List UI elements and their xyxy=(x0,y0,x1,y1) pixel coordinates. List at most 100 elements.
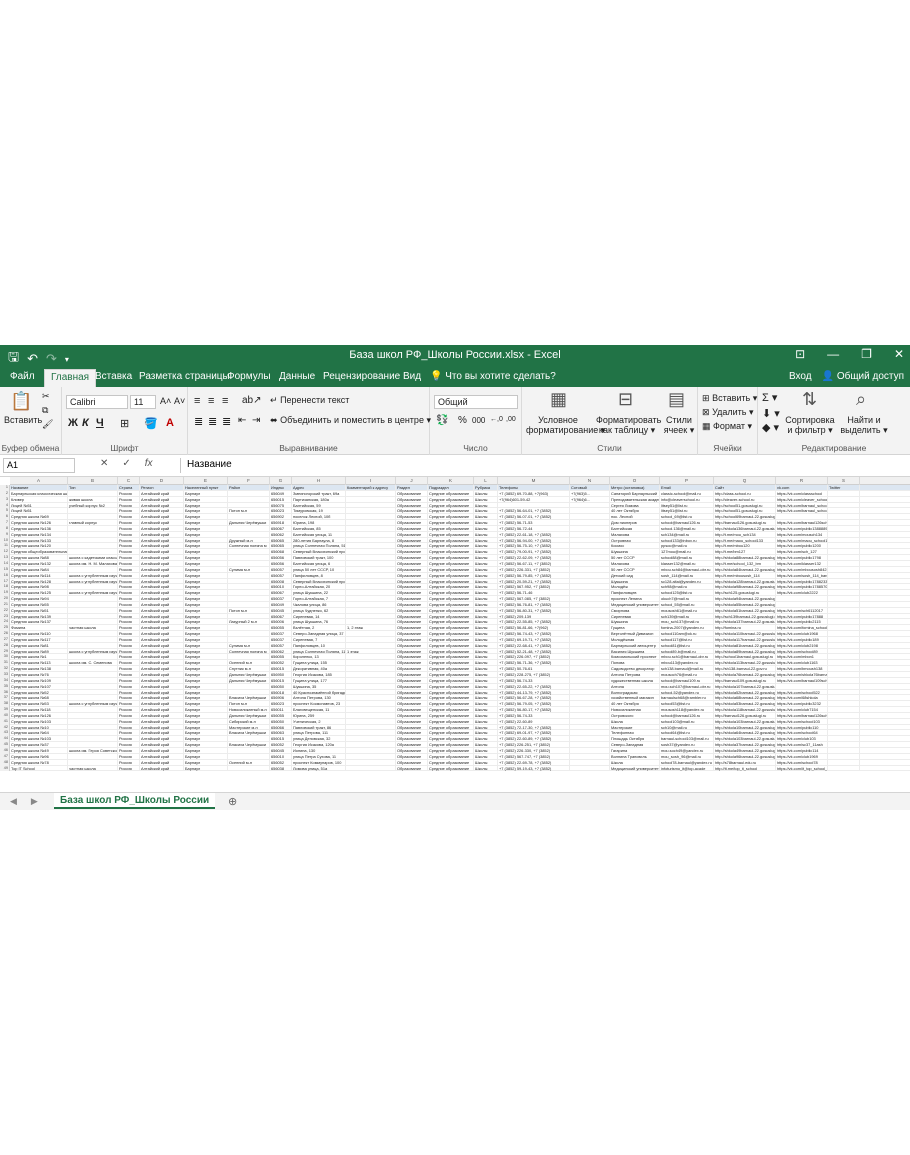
share-button[interactable]: 👤 Общий доступ xyxy=(822,371,904,382)
sheet-tab-active[interactable]: База школ РФ_Школы России xyxy=(54,793,216,809)
tab-file[interactable]: Файл xyxy=(10,371,35,382)
column-header[interactable]: I xyxy=(346,477,396,485)
cut-icon[interactable]: ✂ xyxy=(42,391,50,402)
table-cell[interactable] xyxy=(228,765,270,772)
cell-styles-button[interactable]: Стили ячеек ▾ xyxy=(662,415,696,436)
row-header[interactable]: 49 xyxy=(0,766,9,772)
table-cell[interactable]: https://vk.com/it_top_school_brn xyxy=(776,765,828,772)
format-as-table-icon[interactable]: ⊟ xyxy=(618,389,633,410)
orientation-icon[interactable]: ab↗ xyxy=(242,395,262,406)
comma-style-icon[interactable]: 000 xyxy=(472,416,485,425)
find-select-button[interactable]: Найти и выделить ▾ xyxy=(838,415,890,436)
column-header[interactable]: P xyxy=(660,477,714,485)
prev-sheet-icon[interactable]: ◀ xyxy=(10,796,17,807)
tell-me-box[interactable]: 💡 Что вы хотите сделать? xyxy=(430,371,556,382)
table-cell[interactable]: Тор IT School xyxy=(10,765,68,772)
table-cell[interactable]: Ломова улица, 51а xyxy=(292,765,346,772)
indent-increase-icon[interactable]: ⇥ xyxy=(252,415,260,426)
column-header[interactable]: C xyxy=(118,477,140,485)
tab-home[interactable]: Главная xyxy=(44,369,97,387)
cell-styles-icon[interactable]: ▤ xyxy=(668,389,685,410)
column-header[interactable]: O xyxy=(610,477,660,485)
column-header[interactable]: F xyxy=(228,477,270,485)
autosum-icon[interactable]: Σ ▾ xyxy=(762,391,777,404)
wrap-text-button[interactable]: ↵ Перенести текст xyxy=(270,395,349,406)
tab-review[interactable]: Рецензирование xyxy=(323,371,400,382)
column-header[interactable]: B xyxy=(68,477,118,485)
column-header[interactable]: S xyxy=(828,477,860,485)
fill-color-icon[interactable]: 🪣 xyxy=(144,417,158,430)
font-size-select[interactable]: 11 xyxy=(130,395,156,409)
table-cell[interactable]: Барнаул xyxy=(184,765,228,772)
table-cell[interactable]: 656038 xyxy=(270,765,292,772)
tab-insert[interactable]: Вставка xyxy=(95,371,132,382)
table-cell[interactable]: Медицинский университет xyxy=(610,765,660,772)
conditional-format-button[interactable]: Условное форматирование ▾ xyxy=(526,415,605,436)
font-name-select[interactable]: Calibri xyxy=(66,395,128,409)
merge-center-button[interactable]: ⬌ Объединить и поместить в центре ▾ xyxy=(270,415,431,426)
find-icon[interactable]: ⌕ xyxy=(856,389,866,410)
align-center-icon[interactable]: ≣ xyxy=(208,415,217,428)
table-cell[interactable]: Россия xyxy=(118,765,140,772)
table-cell[interactable]: +7 (3852) 59-19-43, +7 (3852) xyxy=(498,765,570,772)
tab-page-layout[interactable]: Разметка страницы xyxy=(139,371,230,382)
column-header[interactable]: N xyxy=(570,477,610,485)
align-right-icon[interactable]: ≣ xyxy=(222,415,231,428)
conditional-format-icon[interactable]: ▦ xyxy=(550,389,567,410)
table-cell[interactable] xyxy=(570,765,610,772)
indent-decrease-icon[interactable]: ⇤ xyxy=(238,415,246,426)
restore-icon[interactable]: ❐ xyxy=(861,347,872,361)
table-cell[interactable]: Образование xyxy=(396,765,428,772)
login-link[interactable]: Вход xyxy=(789,371,812,382)
column-header[interactable]: G xyxy=(270,477,292,485)
column-header[interactable]: Q xyxy=(714,477,776,485)
align-top-icon[interactable]: ≡ xyxy=(194,395,200,407)
table-cell[interactable] xyxy=(346,765,396,772)
column-header[interactable]: J xyxy=(396,477,428,485)
align-bottom-icon[interactable]: ≡ xyxy=(222,395,228,407)
decrease-decimal-icon[interactable]: ,00 xyxy=(506,416,516,423)
minimize-icon[interactable]: — xyxy=(827,347,839,361)
bold-button[interactable]: Ж xyxy=(68,417,78,429)
tab-view[interactable]: Вид xyxy=(403,371,421,382)
cancel-icon[interactable]: ✕ xyxy=(100,458,108,469)
italic-button[interactable]: К xyxy=(82,417,89,429)
column-header[interactable]: K xyxy=(428,477,474,485)
table-cell[interactable]: Алтайский край xyxy=(140,765,184,772)
format-cells-button[interactable]: ▦ Формат ▾ xyxy=(702,421,752,432)
column-header[interactable]: L xyxy=(474,477,498,485)
tab-data[interactable]: Данные xyxy=(279,371,315,382)
copy-icon[interactable]: ⧉ xyxy=(42,405,48,416)
font-color-icon[interactable]: A xyxy=(166,417,174,429)
table-cell[interactable] xyxy=(828,765,860,772)
fill-icon[interactable]: ⬇ ▾ xyxy=(762,407,780,420)
tab-formulas[interactable]: Формулы xyxy=(227,371,271,382)
align-middle-icon[interactable]: ≡ xyxy=(208,395,214,407)
column-header[interactable]: R xyxy=(776,477,828,485)
increase-decimal-icon[interactable]: ←,0 xyxy=(490,416,503,423)
format-painter-icon[interactable]: 🖌 xyxy=(42,419,53,430)
borders-icon[interactable]: ⊞ xyxy=(120,417,129,430)
formula-input[interactable]: Название xyxy=(180,458,904,473)
align-left-icon[interactable]: ≣ xyxy=(194,415,203,428)
column-header[interactable]: A xyxy=(10,477,68,485)
worksheet-grid[interactable]: ABCDEFGHIJKLMNOPQRS 1 2 3 4 5 6 7 8 9 10 11 12 13 14 1… xyxy=(0,477,910,792)
decrease-font-icon[interactable]: A˅ xyxy=(174,396,185,406)
underline-button[interactable]: Ч xyxy=(96,417,104,429)
add-sheet-icon[interactable]: ⊕ xyxy=(228,795,237,808)
column-header[interactable]: D xyxy=(140,477,184,485)
table-cell[interactable]: infoturismo_it@top-acade xyxy=(660,765,714,772)
column-header[interactable]: E xyxy=(184,477,228,485)
paste-button[interactable]: Вставить xyxy=(4,415,42,425)
percent-icon[interactable]: % xyxy=(458,415,467,426)
table-cell[interactable]: http://it.me/top_it_school xyxy=(714,765,776,772)
column-header[interactable]: H xyxy=(292,477,346,485)
increase-font-icon[interactable]: A˄ xyxy=(160,396,171,406)
sort-filter-button[interactable]: Сортировка и фильтр ▾ xyxy=(784,415,836,436)
cell-area[interactable]: Название Тип Страна Регион Населенный пункт Р… xyxy=(10,485,910,772)
table-cell[interactable]: Средние образование xyxy=(428,765,474,772)
name-box[interactable]: A1 xyxy=(3,458,75,473)
column-header[interactable]: M xyxy=(498,477,570,485)
table-cell[interactable]: Школы xyxy=(474,765,498,772)
ribbon-display-icon[interactable]: ⊡ xyxy=(795,347,805,361)
